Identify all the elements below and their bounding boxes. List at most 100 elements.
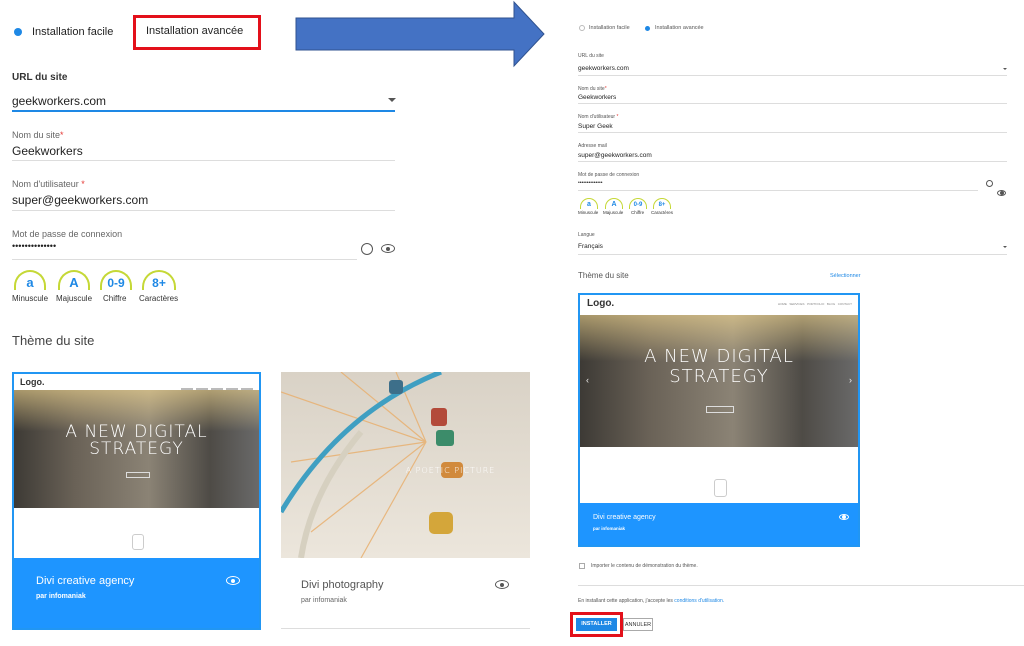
password-input[interactable]: •••••••••••••• (578, 180, 603, 186)
terms-text: En installant cette application, j'accep… (578, 598, 724, 604)
password-input[interactable]: •••••••••••••• (12, 241, 56, 251)
site-name-underline (12, 160, 395, 161)
language-label: Langue (578, 232, 595, 238)
site-name-input[interactable]: Geekworkers (12, 144, 83, 158)
language-underline (578, 254, 1007, 255)
hero-button (126, 472, 150, 478)
rule-digit-label: Chiffre (631, 210, 645, 215)
import-demo-checkbox[interactable] (579, 563, 585, 569)
theme-card-divi-photography[interactable]: A POETIC PICTURE Divi photography par in… (281, 372, 530, 630)
password-underline (578, 190, 978, 191)
generate-password-icon[interactable] (986, 180, 993, 187)
rule-lowercase-label: Minuscule (12, 294, 49, 303)
theme-photo-image: A POETIC PICTURE (281, 372, 530, 558)
hero-button (706, 406, 734, 413)
password-underline (12, 259, 357, 260)
rule-digit-label: Chiffre (103, 294, 127, 303)
install-button[interactable]: INSTALLER (576, 618, 617, 631)
username-input[interactable]: super@geekworkers.com (12, 193, 148, 207)
theme-hero-image: A NEW DIGITAL STRATEGY ‹ › (580, 315, 858, 447)
radio-easy[interactable]: Installation facile (14, 26, 113, 38)
theme-heading: Thème du site (578, 271, 629, 280)
rule-uppercase-label: Majuscule (56, 294, 93, 303)
rule-digit-icon: 0-9 (100, 270, 132, 290)
theme-placeholder-icon (714, 479, 727, 497)
theme-heading: Thème du site (12, 333, 95, 348)
password-rules: a A 0-9 8+ Minuscule Majuscule Chiffre C… (12, 270, 202, 310)
nav-blog: BLOG (826, 302, 836, 306)
rule-lowercase-label: Minuscule (578, 210, 599, 215)
email-underline (578, 161, 1007, 162)
arrow-right-icon (295, 0, 545, 68)
rule-uppercase-icon: A (58, 270, 90, 290)
site-name-label: Nom du site* (12, 130, 64, 140)
theme-card-footer: Divi creative agency par infomaniak (580, 503, 858, 545)
rule-lowercase-icon: a (14, 270, 46, 290)
radio-advanced-icon[interactable] (645, 26, 650, 31)
show-password-icon[interactable] (381, 244, 395, 253)
theme-author: par infomaniak (593, 526, 626, 531)
rule-length-icon: 8+ (653, 198, 671, 209)
rule-uppercase-icon: A (605, 198, 623, 209)
rule-digit-icon: 0-9 (629, 198, 647, 209)
radio-easy-label: Installation facile (32, 26, 114, 38)
cancel-button[interactable]: ANNULER (623, 618, 653, 631)
radio-easy-icon[interactable] (579, 25, 585, 31)
select-theme-link[interactable]: Sélectionner (830, 273, 861, 279)
theme-card-footer: Divi creative agency par infomaniak (14, 558, 259, 628)
rule-lowercase-icon: a (580, 198, 598, 209)
theme-logo: Logo. (587, 298, 615, 309)
ferris-wheel-illustration (281, 372, 463, 558)
preview-eye-icon[interactable] (839, 514, 849, 520)
theme-author: par infomaniak (36, 593, 86, 600)
username-underline (578, 132, 1007, 133)
rule-uppercase-label: Majuscule (603, 210, 624, 215)
language-select[interactable]: Français (578, 243, 603, 250)
show-password-icon[interactable] (997, 190, 1006, 196)
generate-password-icon[interactable] (361, 243, 373, 255)
theme-placeholder-icon (132, 534, 144, 550)
terms-prefix: En installant cette application, j'accep… (578, 598, 673, 604)
site-name-input[interactable]: Geekworkers (578, 94, 616, 101)
nav-portfolio: PORTFOLIO (807, 302, 825, 306)
photo-hero-title: A POETIC PICTURE (405, 466, 496, 475)
theme-logo: Logo. (20, 377, 45, 387)
email-label: Adresse mail (578, 143, 607, 149)
theme-author: par infomaniak (301, 597, 347, 604)
url-label: URL du site (12, 72, 68, 83)
terms-link[interactable]: conditions d'utilisation. (674, 598, 724, 604)
import-demo-label: Importer le contenu de démonstration du … (591, 563, 698, 569)
divider (578, 585, 1024, 586)
theme-card-divi-creative[interactable]: Logo. A NEW DIGITAL STRATEGY Divi creati… (12, 372, 261, 630)
url-select[interactable]: geekworkers.com (578, 65, 629, 72)
slider-prev-icon[interactable]: ‹ (586, 375, 589, 385)
url-select[interactable]: geekworkers.com (12, 94, 106, 108)
theme-card-divi-creative[interactable]: Logo. HOME SERVICES PORTFOLIO BLOG CONTA… (578, 293, 860, 547)
site-name-underline (578, 103, 1007, 104)
nav-home: HOME (777, 302, 787, 306)
preview-eye-icon[interactable] (226, 576, 240, 585)
site-name-label: Nom du site* (578, 86, 607, 92)
radio-advanced-label[interactable]: Installation avancée (146, 25, 243, 37)
nav-contact: CONTACT (837, 302, 852, 306)
theme-name: Divi creative agency (593, 514, 656, 521)
email-input[interactable]: super@geekworkers.com (578, 152, 652, 159)
rule-length-label: Caractères (651, 210, 674, 215)
theme-name: Divi creative agency (36, 575, 135, 587)
chevron-down-icon[interactable] (1003, 246, 1007, 248)
username-label: Nom d'utilisateur * (12, 179, 85, 189)
preview-eye-icon[interactable] (495, 580, 509, 589)
chevron-down-icon[interactable] (388, 98, 396, 102)
url-label: URL du site (578, 53, 604, 59)
username-input[interactable]: Super Geek (578, 123, 613, 130)
url-underline (578, 75, 1007, 76)
radio-easy-label[interactable]: Installation facile (589, 25, 630, 31)
nav-services: SERVICES (789, 302, 805, 306)
theme-hero-title: A NEW DIGITAL STRATEGY (644, 346, 794, 387)
slider-next-icon[interactable]: › (849, 375, 852, 385)
password-label: Mot de passe de connexion (578, 172, 640, 178)
rule-length-icon: 8+ (142, 270, 176, 290)
chevron-down-icon[interactable] (1003, 68, 1007, 70)
password-label: Mot de passe de connexion (12, 229, 123, 239)
radio-advanced-label[interactable]: Installation avancée (655, 25, 704, 31)
